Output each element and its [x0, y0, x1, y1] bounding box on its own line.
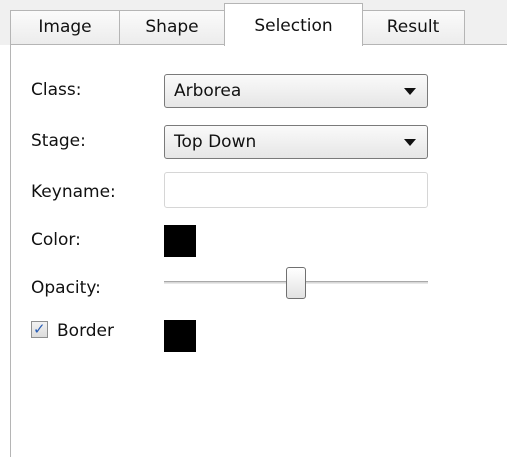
class-dropdown-value: Arborea	[174, 81, 242, 101]
chevron-down-icon	[404, 88, 416, 95]
class-dropdown[interactable]: Arborea	[164, 74, 428, 108]
border-checkbox[interactable]: ✓	[31, 320, 48, 338]
tab-image[interactable]: Image	[10, 10, 120, 44]
tab-shape[interactable]: Shape	[119, 10, 225, 44]
stage-dropdown[interactable]: Top Down	[164, 125, 428, 159]
stage-dropdown-value: Top Down	[174, 132, 257, 152]
opacity-label: Opacity:	[31, 278, 101, 298]
color-label: Color:	[31, 230, 81, 250]
stage-label: Stage:	[31, 131, 86, 151]
border-color-swatch[interactable]	[164, 320, 196, 352]
keyname-label: Keyname:	[31, 182, 116, 202]
checkmark-icon: ✓	[33, 320, 46, 338]
color-swatch[interactable]	[164, 225, 196, 257]
tab-bar: Image Shape Selection Result	[0, 0, 507, 46]
tab-selection[interactable]: Selection	[224, 3, 363, 46]
class-label: Class:	[31, 80, 82, 100]
selection-panel-window: Image Shape Selection Result Class: Arbo…	[0, 0, 507, 457]
opacity-slider-thumb[interactable]	[286, 267, 306, 299]
border-label: Border	[57, 321, 114, 341]
tab-result[interactable]: Result	[361, 10, 465, 44]
selection-tab-content: Class: Arborea Stage: Top Down Keyname: …	[10, 45, 507, 457]
chevron-down-icon	[404, 139, 416, 146]
keyname-input[interactable]	[164, 172, 428, 208]
